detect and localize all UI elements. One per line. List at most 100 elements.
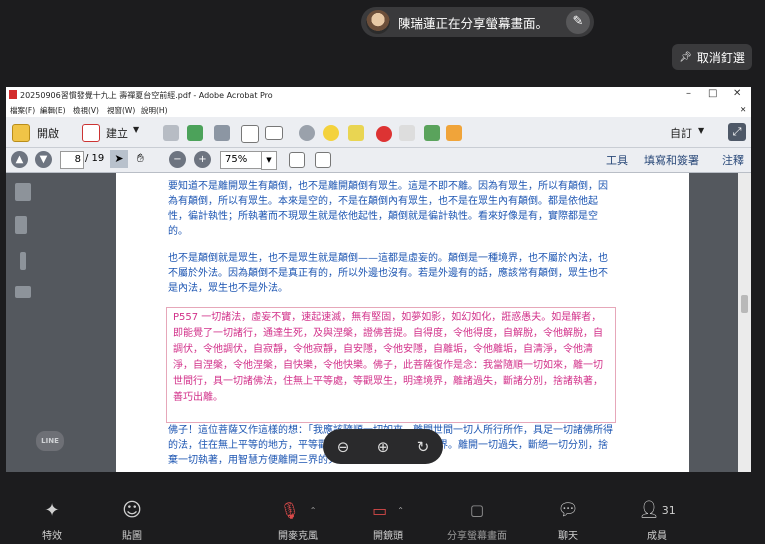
select-cursor-icon[interactable]: ➤ [110, 150, 128, 168]
customize-button[interactable]: 自訂 [670, 125, 692, 141]
edit-icon[interactable] [241, 125, 259, 143]
chat-label: 聊天 [558, 531, 578, 542]
effects-button[interactable]: ✦ 特效 [17, 478, 87, 543]
unpin-button[interactable]: 📌︎ 取消釘選 [672, 44, 752, 70]
scroll-thumb[interactable] [741, 295, 748, 313]
sharing-text: 陳瑞蓮正在分享螢幕畫面。 [398, 15, 549, 31]
paragraph: 也不是顛倒就是眾生，也不是眾生就是顛倒——這都是虛妄的。顛倒是一種境界，也不屬於… [168, 253, 608, 294]
camera-label: 開鏡頭 [373, 531, 403, 542]
close-doc-icon[interactable]: ✕ [740, 105, 746, 114]
chevron-down-icon[interactable]: ▼ [698, 126, 704, 135]
attach-icon[interactable] [399, 125, 415, 141]
page-total: / 19 [85, 153, 105, 164]
sutra-quote: P557 一切諸法，虛妄不實，速起速滅，無有堅固，如夢如影，如幻如化，誑惑愚夫。… [173, 312, 603, 403]
share-screen-button[interactable]: ▢ 分享螢幕畫面 [437, 478, 517, 542]
highlight-icon[interactable] [348, 125, 364, 141]
open-button[interactable]: 開啟 [37, 125, 59, 141]
camera-button[interactable]: ▭ ⌃ 開鏡頭 [353, 478, 423, 543]
settings-icon[interactable] [299, 125, 315, 141]
bookmark-icon[interactable] [15, 216, 27, 234]
shared-screen: 20250906習慣發覺十九上 壽禪夏台空前經.pdf - Adobe Acro… [6, 87, 751, 472]
maximize-button[interactable]: □ [708, 88, 717, 99]
menu-help[interactable]: 說明(H) [141, 105, 168, 116]
chevron-up-icon[interactable]: ⌃ [397, 506, 404, 515]
sutra-quote-box: P557 一切諸法，虛妄不實，速起速滅，無有堅固，如夢如影，如幻如化，誑惑愚夫。… [166, 307, 616, 423]
member-count: 31 [661, 503, 676, 517]
window-titlebar: 20250906習慣發覺十九上 壽禪夏台空前經.pdf - Adobe Acro… [6, 87, 751, 103]
zoom-in-icon[interactable]: + [194, 151, 211, 168]
zoom-input[interactable]: 75% [220, 151, 266, 169]
camera-off-icon: ▭ ⌃ [372, 500, 404, 520]
tab-tools[interactable]: 工具 [606, 152, 628, 168]
smiley-icon: ☺ [122, 499, 142, 521]
chat-icon: 💬︎ [557, 500, 579, 520]
vertical-scrollbar[interactable] [738, 173, 751, 472]
tab-fill-sign[interactable]: 填寫和簽署 [644, 152, 699, 168]
share-label: 分享螢幕畫面 [447, 531, 507, 542]
share-screen-icon: ▢ [469, 501, 485, 519]
signature-icon[interactable] [15, 286, 31, 298]
folder-icon[interactable] [12, 124, 30, 142]
fit-width-icon[interactable] [315, 152, 331, 168]
screen-zoom-control: ⊖ ⊕ ↻ [323, 429, 443, 464]
upload-cloud-icon[interactable] [187, 125, 203, 141]
stickers-button[interactable]: ☺ 貼圖 [97, 478, 167, 542]
members-button[interactable]: 👤︎ 31 成員 [622, 478, 692, 542]
tab-comment[interactable]: 注釋 [722, 152, 744, 168]
person-icon: 👤︎ 31 [638, 500, 676, 520]
hand-tool-icon[interactable]: ✋︎ [137, 151, 144, 166]
menu-edit[interactable]: 編輯(E) [40, 105, 66, 116]
page-up-icon[interactable]: ▲ [11, 151, 28, 168]
minimize-button[interactable]: – [686, 88, 691, 99]
page-down-icon[interactable]: ▼ [35, 151, 52, 168]
chat-button[interactable]: 💬︎ 聊天 [533, 478, 603, 542]
mail-icon[interactable] [265, 126, 283, 140]
chevron-up-icon[interactable]: ⌃ [310, 506, 317, 515]
sparkle-icon: ✦ [44, 499, 60, 521]
document-page: 要知道不是離開眾生有顛倒，也不是離開顛倒有眾生。這是不即不離。因為有眾生，所以有… [120, 173, 689, 472]
mic-label: 開麥克風 [278, 531, 318, 542]
page-number-input[interactable]: 8 [60, 151, 84, 169]
pin-icon: 📌︎ [679, 51, 692, 63]
create-pdf-icon[interactable] [82, 124, 100, 142]
zoom-out-icon[interactable]: − [169, 151, 186, 168]
close-button[interactable]: ✕ [733, 88, 741, 99]
zoom-dropdown-icon[interactable]: ▼ [261, 151, 277, 170]
pages-panel-icon[interactable] [15, 183, 31, 201]
create-button[interactable]: 建立 [106, 125, 128, 141]
sharing-indicator: 陳瑞蓮正在分享螢幕畫面。 ✎ [361, 7, 594, 37]
pen-icon[interactable]: ✎ [566, 10, 590, 34]
presenter-avatar [366, 10, 390, 34]
delete-icon[interactable] [376, 126, 392, 142]
menu-bar: 檔案(F) 編輯(E) 檢視(V) 視窗(W) 說明(H) ✕ [6, 103, 751, 118]
comment-icon[interactable] [323, 125, 339, 141]
mic-muted-icon: 🎙︎ ⌃ [279, 500, 317, 520]
menu-window[interactable]: 視窗(W) [107, 105, 135, 116]
navigation-pane [6, 173, 116, 472]
expand-icon[interactable]: ⤢ [728, 123, 746, 141]
stickers-label: 貼圖 [122, 531, 142, 542]
members-label: 成員 [647, 531, 667, 542]
save-icon[interactable] [163, 125, 179, 141]
unpin-label: 取消釘選 [696, 50, 745, 65]
zoom-out-icon[interactable]: ⊖ [337, 438, 350, 456]
pencil-icon[interactable] [446, 125, 462, 141]
menu-view[interactable]: 檢視(V) [73, 105, 99, 116]
main-toolbar: 開啟 建立 ▼ 自訂 ▼ ⤢ [6, 117, 751, 148]
mic-button[interactable]: 🎙︎ ⌃ 開麥克風 [263, 478, 333, 543]
attachment-icon[interactable] [20, 252, 26, 270]
line-watermark-logo: LINE [36, 431, 64, 451]
rotate-icon[interactable]: ↻ [417, 438, 430, 456]
meeting-controls: ✦ 特效 ☺ 貼圖 🎙︎ ⌃ 開麥克風 ▭ ⌃ 開鏡頭 ▢ 分享螢幕畫面 💬︎ 聊天… [0, 478, 765, 544]
zoom-in-icon[interactable]: ⊕ [377, 438, 390, 456]
chevron-down-icon[interactable]: ▼ [133, 125, 139, 134]
paragraph: 要知道不是離開眾生有顛倒，也不是離開顛倒有眾生。這是不即不離。因為有眾生，所以有… [168, 181, 608, 237]
pdf-icon [9, 90, 17, 99]
fit-page-icon[interactable] [289, 152, 305, 168]
print-icon[interactable] [214, 125, 230, 141]
effects-label: 特效 [42, 531, 62, 542]
stamp-icon[interactable] [424, 125, 440, 141]
navigation-toolbar: ▲ ▼ 8 / 19 ➤ ✋︎ − + 75% ▼ 工具 填寫和簽署 注釋 [6, 148, 751, 173]
window-title: 20250906習慣發覺十九上 壽禪夏台空前經.pdf - Adobe Acro… [20, 91, 273, 100]
menu-file[interactable]: 檔案(F) [10, 105, 35, 116]
